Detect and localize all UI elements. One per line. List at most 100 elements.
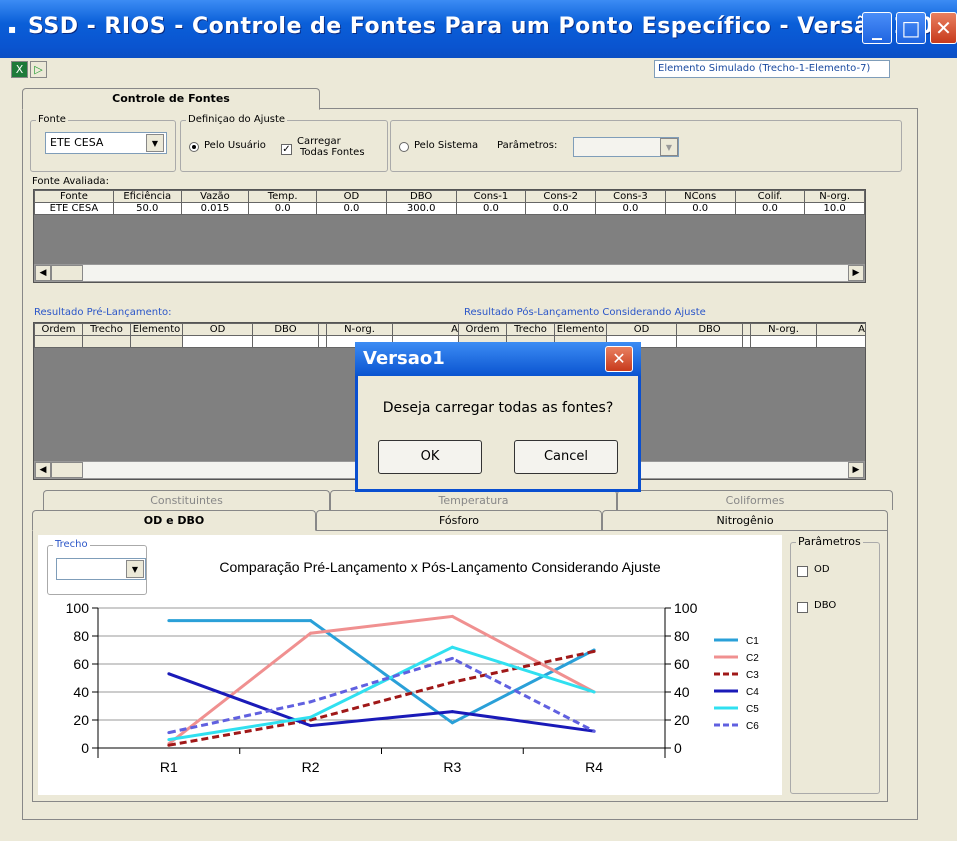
x-tick-label: R4 <box>585 759 603 775</box>
pelo-usuario-label: Pelo Usuário <box>204 140 266 151</box>
dialog-title-bar: Versao1 <box>355 342 641 376</box>
y2-tick-label: 20 <box>674 712 690 728</box>
col-header: N-org. <box>750 323 817 336</box>
col-header: OD <box>182 323 253 336</box>
y2-tick-label: 40 <box>674 684 690 700</box>
tab-od-e-dbo[interactable]: OD e DBO <box>32 510 316 531</box>
x-tick-label: R3 <box>443 759 461 775</box>
ok-button[interactable]: OK <box>378 440 482 474</box>
dbo-checkbox[interactable] <box>797 602 808 613</box>
data-point <box>167 731 171 735</box>
col-header: Cons-3 <box>595 190 666 203</box>
tab-nitrogenio[interactable]: Nitrogênio <box>602 510 888 530</box>
y2-tick-label: 80 <box>674 628 690 644</box>
excel-icon[interactable]: X <box>11 61 28 78</box>
carregar-todas-checkbox[interactable]: ✓ <box>281 144 292 155</box>
pelo-usuario-radio[interactable] <box>189 142 199 152</box>
data-point <box>309 715 313 719</box>
col-header: DBO <box>676 323 743 336</box>
dbo-label: DBO <box>814 600 837 611</box>
od-label: OD <box>814 564 830 575</box>
od-checkbox[interactable] <box>797 566 808 577</box>
col-header: Cons-2 <box>525 190 597 203</box>
data-point <box>167 743 171 747</box>
dialog-close-button[interactable]: ✕ <box>605 346 633 372</box>
data-point <box>450 614 454 618</box>
carregar-label-2: Todas Fontes <box>300 147 365 158</box>
y2-tick-label: 0 <box>674 740 682 756</box>
resultado-pos-label: Resultado Pós-Lançamento Considerando Aj… <box>464 307 706 318</box>
scroll-right-icon[interactable]: ▶ <box>848 462 864 478</box>
col-header: Fonte <box>34 190 114 203</box>
tab-coliformes[interactable]: Coliformes <box>617 490 893 510</box>
run-icon[interactable]: ▷ <box>30 61 47 78</box>
scroll-thumb[interactable] <box>51 265 83 281</box>
cell[interactable]: 0.0 <box>525 202 597 215</box>
data-point <box>309 718 313 722</box>
legend-label: C4 <box>746 687 759 698</box>
col-header: Trecho <box>82 323 131 336</box>
col-header: Elemento <box>130 323 183 336</box>
data-point <box>309 619 313 623</box>
cell[interactable]: 0.015 <box>180 202 250 215</box>
cell[interactable]: ETE CESA <box>34 202 114 215</box>
cell[interactable]: 300.0 <box>385 202 457 215</box>
cell[interactable]: 0.0 <box>664 202 736 215</box>
minimize-button[interactable]: _ <box>862 12 892 44</box>
col-header: N-org. <box>326 323 393 336</box>
cell[interactable]: 50.0 <box>112 202 182 215</box>
y2-tick-label: 100 <box>674 600 698 616</box>
col-header: A <box>816 323 866 336</box>
cell[interactable]: 0.0 <box>316 202 387 215</box>
cancel-button[interactable]: Cancel <box>514 440 618 474</box>
chevron-down-icon[interactable]: ▼ <box>146 134 164 152</box>
window-title: SSD - RIOS - Controle de Fontes Para um … <box>28 14 934 39</box>
cell[interactable]: 0.0 <box>595 202 666 215</box>
ajuste-label: Definiçao do Ajuste <box>186 114 288 126</box>
close-button[interactable]: ✕ <box>930 12 957 44</box>
fonte-avaliada-grid: Fonte Eficiência Vazão Temp. OD DBO Cons… <box>33 189 866 283</box>
tab-label: Constituintes <box>150 494 223 507</box>
col-header: Cons-1 <box>455 190 527 203</box>
cell[interactable]: 0.0 <box>734 202 806 215</box>
col-header: Temp. <box>248 190 318 203</box>
y-tick-label: 100 <box>66 600 90 616</box>
status-field: Elemento Simulado (Trecho-1-Elemento-7) <box>654 60 890 78</box>
y2-tick-label: 60 <box>674 656 690 672</box>
scroll-right-icon[interactable]: ▶ <box>848 265 864 281</box>
pelo-sistema-radio[interactable] <box>399 142 409 152</box>
col-header <box>318 323 327 336</box>
tab-constituintes[interactable]: Constituintes <box>43 490 330 510</box>
tab-fosforo[interactable]: Fósforo <box>316 510 602 530</box>
data-point <box>592 729 596 733</box>
fonte-select[interactable]: ETE CESA ▼ <box>45 132 167 154</box>
col-header: N-org. <box>804 190 865 203</box>
table-row[interactable]: ETE CESA 50.0 0.015 0.0 0.0 300.0 0.0 0.… <box>34 202 865 215</box>
legend-label: C3 <box>746 670 759 681</box>
tab-label: Controle de Fontes <box>112 92 230 105</box>
tab-temperatura[interactable]: Temperatura <box>330 490 617 510</box>
data-point <box>450 656 454 660</box>
data-point <box>592 690 596 694</box>
parametros-select[interactable]: ▼ <box>573 137 679 157</box>
x-tick-label: R1 <box>160 759 178 775</box>
cell[interactable]: 0.0 <box>248 202 318 215</box>
col-header: DBO <box>252 323 319 336</box>
scroll-left-icon[interactable]: ◀ <box>35 462 51 478</box>
cell[interactable]: 10.0 <box>804 202 865 215</box>
tab-label: Temperatura <box>438 494 509 507</box>
scroll-thumb[interactable] <box>51 462 83 478</box>
scroll-left-icon[interactable]: ◀ <box>35 265 51 281</box>
y-tick-label: 20 <box>73 712 89 728</box>
maximize-button[interactable]: □ <box>896 12 926 44</box>
tab-controle-de-fontes[interactable]: Controle de Fontes <box>22 88 320 110</box>
col-header <box>742 323 751 336</box>
tab-label: Fósforo <box>438 514 479 527</box>
col-header: Colif. <box>734 190 806 203</box>
chart-title: Comparação Pré-Lançamento x Pós-Lançamen… <box>219 559 660 575</box>
data-point <box>450 645 454 649</box>
horizontal-scrollbar[interactable]: ◀ ▶ <box>34 264 865 282</box>
app-icon: ▪ <box>8 22 17 36</box>
cell[interactable]: 0.0 <box>455 202 527 215</box>
chevron-down-icon[interactable]: ▼ <box>660 138 678 156</box>
